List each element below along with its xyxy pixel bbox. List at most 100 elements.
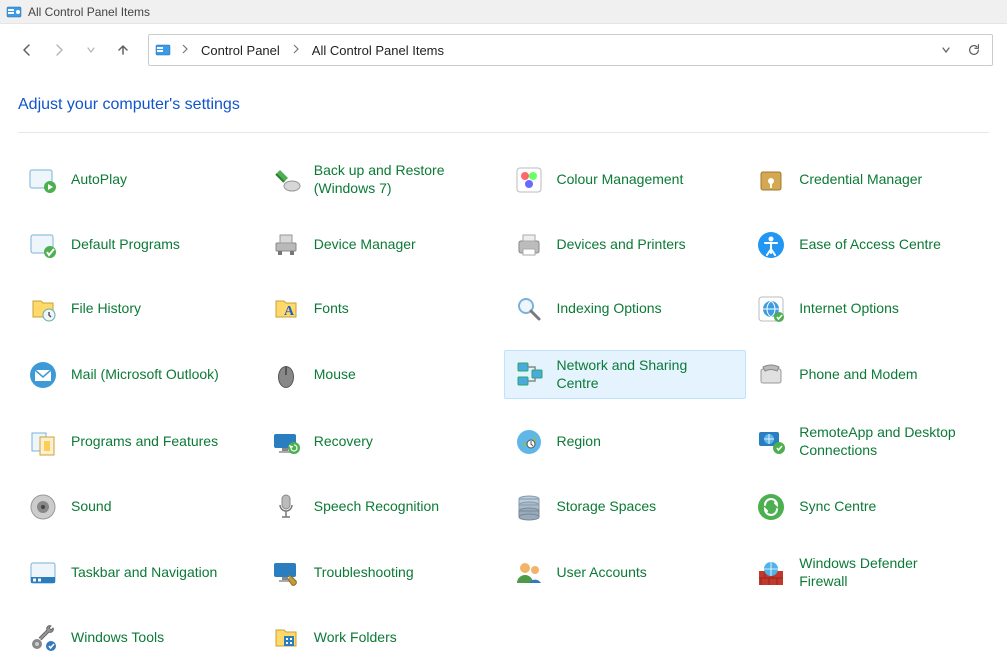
- control-panel-item[interactable]: Network and Sharing Centre: [504, 350, 747, 399]
- control-panel-item[interactable]: Internet Options: [746, 286, 989, 332]
- device-manager-icon: [270, 229, 302, 261]
- autoplay-icon: [27, 164, 59, 196]
- item-label: File History: [71, 300, 141, 318]
- item-label: Speech Recognition: [314, 498, 439, 516]
- control-panel-item[interactable]: Default Programs: [18, 222, 261, 268]
- item-label: Sound: [71, 498, 111, 516]
- item-label: Programs and Features: [71, 433, 218, 451]
- default-programs-icon: [27, 229, 59, 261]
- item-label: Work Folders: [314, 629, 397, 647]
- item-label: Phone and Modem: [799, 366, 917, 384]
- network-icon: [513, 359, 545, 391]
- control-panel-item[interactable]: RemoteApp and Desktop Connections: [746, 417, 989, 466]
- item-label: Storage Spaces: [557, 498, 657, 516]
- item-label: Default Programs: [71, 236, 180, 254]
- credential-icon: [755, 164, 787, 196]
- forward-button[interactable]: [46, 37, 72, 63]
- control-panel-item[interactable]: Speech Recognition: [261, 484, 504, 530]
- item-label: Windows Defender Firewall: [799, 555, 959, 590]
- address-dropdown[interactable]: [934, 38, 958, 62]
- recent-dropdown[interactable]: [78, 37, 104, 63]
- control-panel-item[interactable]: AutoPlay: [18, 155, 261, 204]
- item-label: Network and Sharing Centre: [557, 357, 717, 392]
- storage-icon: [513, 491, 545, 523]
- control-panel-item[interactable]: Ease of Access Centre: [746, 222, 989, 268]
- item-label: Mail (Microsoft Outlook): [71, 366, 219, 384]
- svg-text:A: A: [284, 304, 295, 319]
- item-label: Fonts: [314, 300, 349, 318]
- page-title: Adjust your computer's settings: [18, 96, 989, 114]
- item-label: Back up and Restore (Windows 7): [314, 162, 474, 197]
- item-label: Colour Management: [557, 171, 684, 189]
- ease-of-access-icon: [755, 229, 787, 261]
- control-panel-item[interactable]: Indexing Options: [504, 286, 747, 332]
- item-label: Troubleshooting: [314, 564, 414, 582]
- control-panel-item[interactable]: Back up and Restore (Windows 7): [261, 155, 504, 204]
- chevron-right-icon[interactable]: [179, 44, 191, 57]
- control-panel-item[interactable]: Work Folders: [261, 615, 504, 661]
- control-panel-item[interactable]: Mail (Microsoft Outlook): [18, 350, 261, 399]
- control-panel-item[interactable]: Device Manager: [261, 222, 504, 268]
- control-panel-item[interactable]: Region: [504, 417, 747, 466]
- control-panel-icon: [6, 4, 22, 20]
- phone-icon: [755, 359, 787, 391]
- internet-icon: [755, 293, 787, 325]
- up-button[interactable]: [110, 37, 136, 63]
- taskbar-icon: [27, 557, 59, 589]
- item-label: Mouse: [314, 366, 356, 384]
- troubleshoot-icon: [270, 557, 302, 589]
- users-icon: [513, 557, 545, 589]
- mail-icon: [27, 359, 59, 391]
- programs-icon: [27, 426, 59, 458]
- window-title: All Control Panel Items: [28, 5, 150, 19]
- region-icon: [513, 426, 545, 458]
- control-panel-item[interactable]: User Accounts: [504, 548, 747, 597]
- fonts-icon: A: [270, 293, 302, 325]
- sound-icon: [27, 491, 59, 523]
- workfolders-icon: [270, 622, 302, 654]
- title-bar: All Control Panel Items: [0, 0, 1007, 24]
- indexing-icon: [513, 293, 545, 325]
- control-panel-item[interactable]: Credential Manager: [746, 155, 989, 204]
- recovery-icon: [270, 426, 302, 458]
- control-panel-item[interactable]: Programs and Features: [18, 417, 261, 466]
- back-button[interactable]: [14, 37, 40, 63]
- firewall-icon: [755, 557, 787, 589]
- address-bar[interactable]: Control Panel All Control Panel Items: [148, 34, 993, 66]
- control-panel-item[interactable]: Sound: [18, 484, 261, 530]
- item-label: AutoPlay: [71, 171, 127, 189]
- speech-icon: [270, 491, 302, 523]
- control-panel-item[interactable]: Taskbar and Navigation: [18, 548, 261, 597]
- nav-row: Control Panel All Control Panel Items: [0, 24, 1007, 76]
- control-panel-item[interactable]: Windows Defender Firewall: [746, 548, 989, 597]
- control-panel-item[interactable]: Storage Spaces: [504, 484, 747, 530]
- item-label: User Accounts: [557, 564, 647, 582]
- breadcrumb-segment[interactable]: All Control Panel Items: [306, 40, 450, 61]
- item-label: Ease of Access Centre: [799, 236, 941, 254]
- control-panel-item[interactable]: Colour Management: [504, 155, 747, 204]
- chevron-right-icon[interactable]: [290, 44, 302, 57]
- control-panel-item[interactable]: Recovery: [261, 417, 504, 466]
- sync-icon: [755, 491, 787, 523]
- control-panel-item[interactable]: Troubleshooting: [261, 548, 504, 597]
- control-panel-item[interactable]: Windows Tools: [18, 615, 261, 661]
- divider: [18, 132, 989, 133]
- control-panel-item[interactable]: Sync Centre: [746, 484, 989, 530]
- remoteapp-icon: [755, 426, 787, 458]
- item-label: Internet Options: [799, 300, 899, 318]
- tools-icon: [27, 622, 59, 654]
- item-label: RemoteApp and Desktop Connections: [799, 424, 959, 459]
- item-label: Indexing Options: [557, 300, 662, 318]
- control-panel-item[interactable]: Mouse: [261, 350, 504, 399]
- content-area: Adjust your computer's settings AutoPlay…: [0, 76, 1007, 661]
- control-panel-item[interactable]: Devices and Printers: [504, 222, 747, 268]
- devices-printers-icon: [513, 229, 545, 261]
- refresh-button[interactable]: [962, 38, 986, 62]
- item-label: Taskbar and Navigation: [71, 564, 217, 582]
- control-panel-item[interactable]: A Fonts: [261, 286, 504, 332]
- control-panel-item[interactable]: File History: [18, 286, 261, 332]
- control-panel-icon: [155, 42, 171, 58]
- item-label: Credential Manager: [799, 171, 922, 189]
- control-panel-item[interactable]: Phone and Modem: [746, 350, 989, 399]
- breadcrumb-segment[interactable]: Control Panel: [195, 40, 286, 61]
